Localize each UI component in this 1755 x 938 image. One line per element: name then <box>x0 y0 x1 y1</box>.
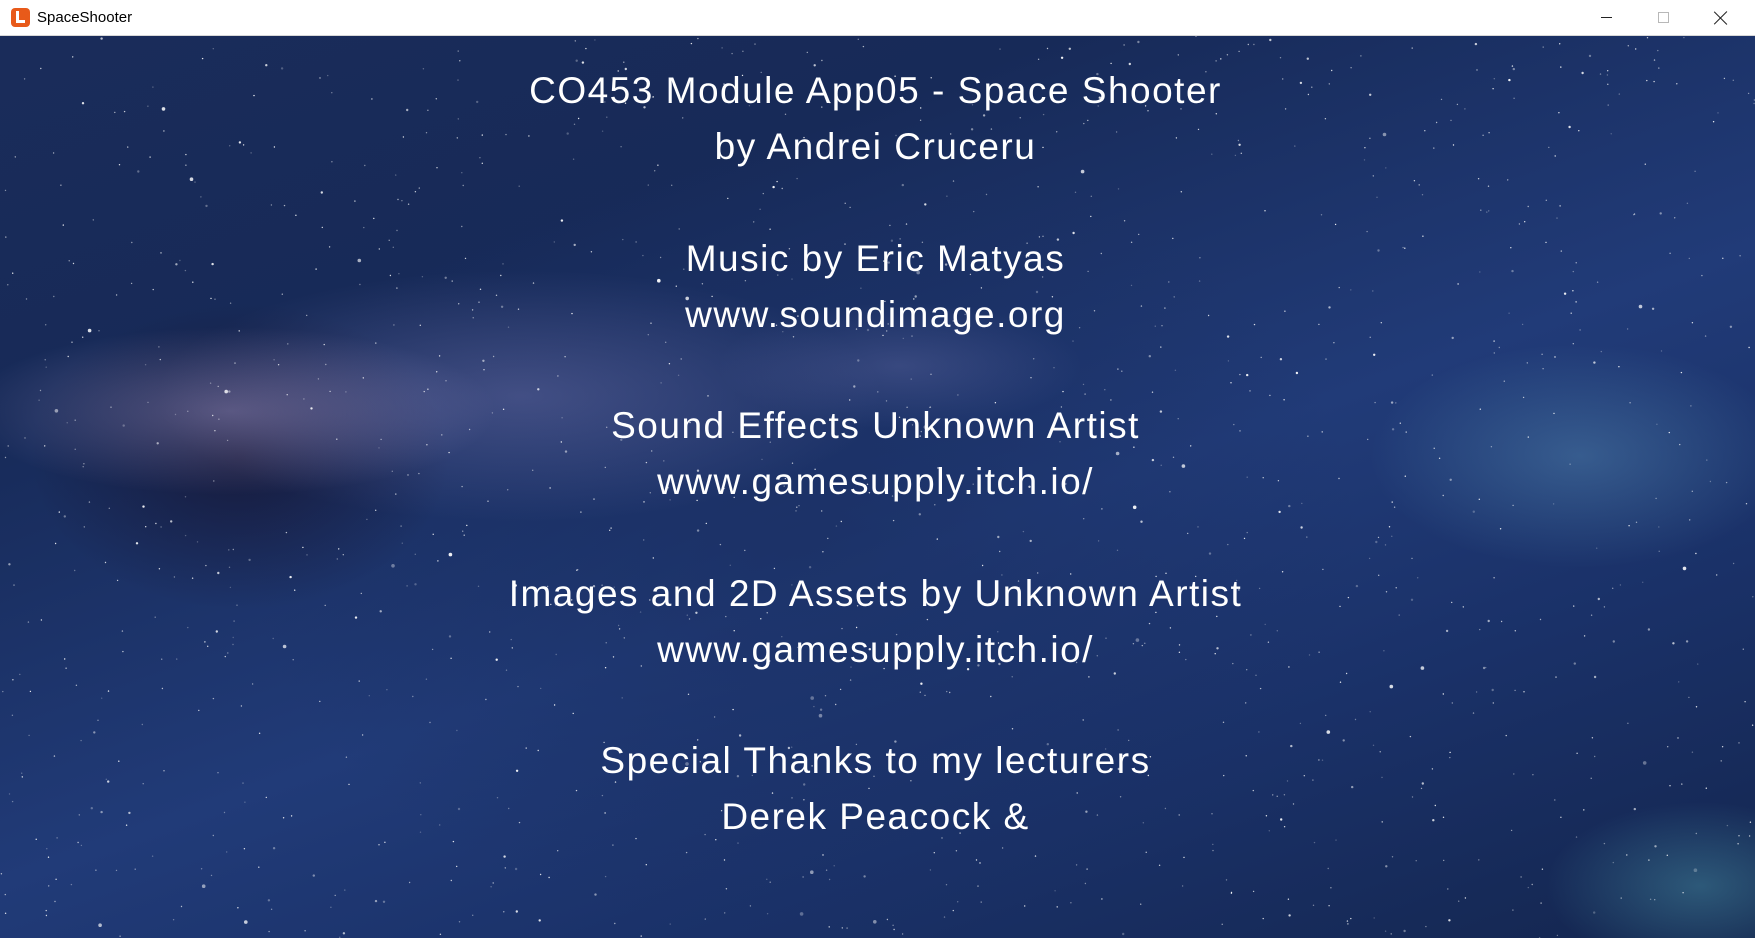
credits-sfx-link: www.gamesupply.itch.io/ <box>657 461 1094 502</box>
credits-images-link: www.gamesupply.itch.io/ <box>657 629 1094 670</box>
credits-screen: CO453 Module App05 - Space Shooter by An… <box>0 36 1755 938</box>
close-button[interactable] <box>1692 0 1749 35</box>
credits-author: by Andrei Cruceru <box>714 126 1037 167</box>
credits-music-link: www.soundimage.org <box>685 294 1066 335</box>
window-title: SpaceShooter <box>37 9 133 26</box>
minimize-icon <box>1601 17 1612 18</box>
credits-thanks-heading: Special Thanks to my lecturers <box>600 740 1151 781</box>
credits-lecturers: Derek Peacock & <box>721 796 1030 837</box>
title-bar[interactable]: SpaceShooter <box>0 0 1755 36</box>
maximize-button[interactable] <box>1635 0 1692 35</box>
minimize-button[interactable] <box>1578 0 1635 35</box>
credits-sfx-heading: Sound Effects Unknown Artist <box>611 405 1140 446</box>
app-window: SpaceShooter CO453 Module App05 - Space … <box>0 0 1755 938</box>
close-icon <box>1714 11 1728 25</box>
monogame-app-icon <box>11 8 30 27</box>
credits-images-heading: Images and 2D Assets by Unknown Artist <box>508 573 1243 614</box>
game-viewport[interactable]: CO453 Module App05 - Space Shooter by An… <box>0 36 1755 938</box>
credits-music-heading: Music by Eric Matyas <box>685 238 1066 279</box>
credits-title: CO453 Module App05 - Space Shooter <box>529 70 1222 111</box>
maximize-icon <box>1658 12 1669 23</box>
